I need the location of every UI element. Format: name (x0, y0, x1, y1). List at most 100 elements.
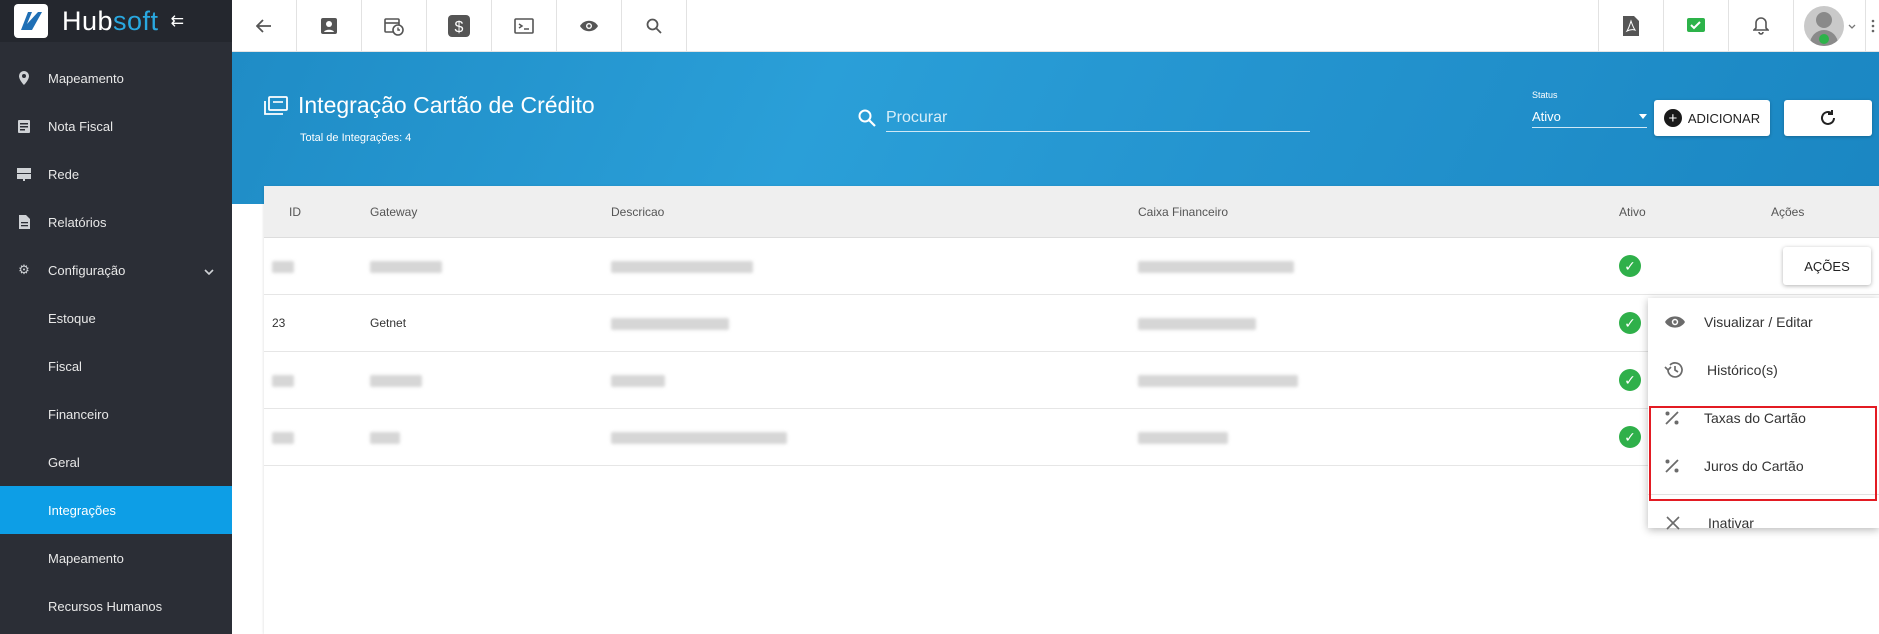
redacted-text (611, 374, 665, 387)
status-filter[interactable]: Status Ativo (1532, 90, 1647, 128)
sidebar-item-label: Integrações (48, 502, 116, 518)
redacted-text (611, 317, 729, 330)
redacted-text (1138, 317, 1256, 330)
receipt-icon (0, 119, 48, 133)
topbar: $ (232, 0, 1879, 52)
bell-icon (1753, 17, 1769, 35)
notifications-button[interactable] (1728, 0, 1793, 52)
menu-item-label: Inativar (1708, 515, 1754, 531)
menu-item-label: Visualizar / Editar (1704, 314, 1813, 330)
column-header-id[interactable]: ID (264, 205, 370, 219)
svg-text:$: $ (455, 19, 464, 36)
sidebar-item-label: Estoque (48, 310, 96, 326)
sidebar-item-estoque[interactable]: Estoque (0, 294, 232, 342)
brand-name: Hubsoft (62, 5, 159, 36)
search-input[interactable] (886, 104, 1310, 132)
sidebar-item-label: Nota Fiscal (48, 118, 114, 134)
refresh-icon (1821, 110, 1835, 125)
back-button[interactable] (232, 0, 297, 52)
sidebar-item-financeiro[interactable]: Financeiro (0, 390, 232, 438)
redacted-text (370, 431, 400, 444)
contact-card-icon (321, 18, 337, 34)
chevron-down-icon (204, 263, 214, 278)
active-check-icon: ✓ (1619, 312, 1641, 334)
history-icon (1664, 361, 1707, 379)
sidebar-item-label: Mapeamento (48, 550, 124, 566)
cell-id: 23 (272, 316, 286, 330)
highlight-box (1649, 406, 1877, 501)
status-select[interactable]: Ativo (1532, 106, 1647, 128)
cards-stack-icon (264, 95, 288, 115)
active-check-icon: ✓ (1619, 255, 1641, 277)
pdf-button[interactable] (1598, 0, 1663, 52)
sidebar-item-fiscal[interactable]: Fiscal (0, 342, 232, 390)
contacts-button[interactable] (297, 0, 362, 52)
table-row[interactable]: ✓ AÇÕES (264, 238, 1879, 295)
search-button[interactable] (622, 0, 687, 52)
menu-item-inativar[interactable]: Inativar (1648, 499, 1879, 547)
schedule-button[interactable] (362, 0, 427, 52)
sidebar-item-geral[interactable]: Geral (0, 438, 232, 486)
acoes-button[interactable]: AÇÕES (1783, 247, 1871, 285)
sidebar-item-label: Rede (48, 166, 80, 182)
page-title: Integração Cartão de Crédito (298, 92, 595, 118)
table-row[interactable]: ✓ (264, 352, 1879, 409)
column-header-ativo[interactable]: Ativo (1619, 205, 1771, 219)
table-row[interactable]: 23 Getnet ✓ (264, 295, 1879, 352)
server-icon (0, 167, 48, 181)
plus-circle-icon: + (1663, 109, 1682, 127)
calendar-clock-icon (384, 18, 404, 36)
check-badge-icon (1687, 18, 1705, 32)
status-label: Status (1532, 90, 1558, 100)
table-row[interactable]: ✓ (264, 409, 1879, 466)
sidebar-item-recursos-humanos[interactable]: Recursos Humanos (0, 582, 232, 630)
search-box (858, 104, 1318, 132)
map-pin-icon (0, 71, 48, 85)
sidebar-item-label: Financeiro (48, 406, 109, 422)
sidebar-item-nota-fiscal[interactable]: Nota Fiscal (0, 102, 232, 150)
pdf-icon (1623, 16, 1639, 36)
refresh-button[interactable] (1784, 100, 1872, 136)
sidebar-item-integracoes[interactable]: Integrações (0, 486, 232, 534)
column-header-descricao[interactable]: Descricao (611, 205, 1138, 219)
add-button[interactable]: + ADICIONAR (1654, 100, 1770, 136)
page-title-wrap: Integração Cartão de Crédito (264, 92, 595, 119)
column-header-caixa[interactable]: Caixa Financeiro (1138, 205, 1619, 219)
finance-button[interactable]: $ (427, 0, 492, 52)
search-icon (858, 109, 876, 127)
online-status-dot (1819, 34, 1829, 44)
view-button[interactable] (557, 0, 622, 52)
terminal-icon (514, 18, 534, 34)
caret-down-icon (1639, 114, 1647, 119)
apps-button[interactable] (1865, 0, 1879, 52)
user-menu[interactable] (1793, 0, 1865, 52)
integrations-table: ID Gateway Descricao Caixa Financeiro At… (264, 186, 1879, 634)
redacted-text (1138, 260, 1294, 273)
table-header: ID Gateway Descricao Caixa Financeiro At… (264, 186, 1879, 238)
collapse-sidebar-icon[interactable]: ⇇ (171, 11, 184, 31)
sidebar-item-label: Mapeamento (48, 70, 124, 86)
sidebar-item-label: Relatórios (48, 214, 107, 230)
menu-item-historico[interactable]: Histórico(s) (1648, 346, 1879, 394)
menu-item-visualizar-editar[interactable]: Visualizar / Editar (1648, 298, 1879, 346)
sidebar-menu: Mapeamento Nota Fiscal Rede Relatórios ⚙… (0, 54, 232, 630)
sidebar-item-relatorios[interactable]: Relatórios (0, 198, 232, 246)
terminal-button[interactable] (492, 0, 557, 52)
redacted-text (611, 260, 753, 273)
sidebar-item-mapeamento-sub[interactable]: Mapeamento (0, 534, 232, 582)
sidebar-item-rede[interactable]: Rede (0, 150, 232, 198)
sidebar-item-mapeamento[interactable]: Mapeamento (0, 54, 232, 102)
close-icon (1666, 516, 1708, 530)
eye-icon (580, 20, 598, 32)
active-check-icon: ✓ (1619, 426, 1641, 448)
sidebar-item-configuracao[interactable]: ⚙ Configuração (0, 246, 232, 294)
tasks-button[interactable] (1663, 0, 1728, 52)
sidebar-item-label: Fiscal (48, 358, 82, 374)
cell-gateway: Getnet (370, 316, 407, 330)
arrow-left-icon (256, 19, 271, 33)
eye-icon (1664, 315, 1704, 329)
document-icon (0, 215, 48, 229)
logo-icon[interactable] (14, 4, 48, 38)
status-value: Ativo (1532, 109, 1561, 124)
column-header-gateway[interactable]: Gateway (370, 205, 611, 219)
